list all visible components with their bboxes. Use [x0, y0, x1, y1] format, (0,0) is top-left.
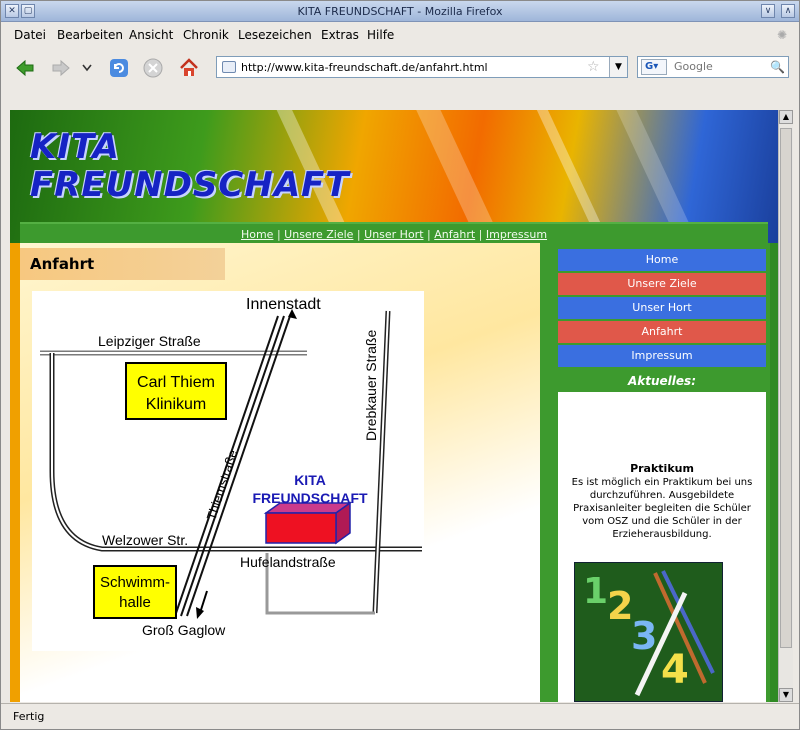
forward-arrow-icon [52, 59, 70, 77]
topnav-unsere-ziele[interactable]: Unsere Ziele [284, 228, 353, 241]
map-label-schwimm-2: halle [119, 594, 151, 611]
search-bar[interactable]: G▾ 🔍 [637, 56, 789, 78]
page-heading: Anfahrt [30, 255, 95, 273]
stop-icon [143, 58, 163, 78]
center-divider [540, 243, 554, 702]
map-label-carl-2: Klinikum [146, 396, 206, 413]
map-label-thiemstrasse: Thiemstraße [204, 448, 241, 522]
news-heading: Aktuelles: [558, 370, 766, 392]
topnav-separator: | [478, 228, 483, 241]
vertical-scrollbar[interactable]: ▲ ▼ [778, 110, 793, 702]
topnav-unser-hort[interactable]: Unser Hort [364, 228, 423, 241]
url-bar[interactable]: ☆ ▼ [216, 56, 628, 78]
menu-hilfe[interactable]: Hilfe [367, 28, 394, 42]
topnav-anfahrt[interactable]: Anfahrt [434, 228, 475, 241]
map-label-welzower: Welzower Str. [102, 532, 188, 548]
bookmark-star-icon[interactable]: ☆ [587, 59, 600, 75]
search-input[interactable] [674, 60, 764, 73]
maximize-icon[interactable]: ∧ [781, 4, 795, 18]
menu-extras[interactable]: Extras [321, 28, 359, 42]
site-logo[interactable]: KITA FREUNDSCHAFT [30, 128, 350, 204]
window-title: KITA FREUNDSCHAFT - Mozilla Firefox [297, 5, 503, 18]
map-label-carl-1: Carl Thiem [137, 374, 215, 391]
page-favicon-icon [222, 61, 236, 73]
topnav-separator: | [356, 228, 361, 241]
chevron-down-icon [82, 64, 92, 72]
reload-icon [110, 59, 128, 77]
back-button[interactable] [13, 57, 37, 79]
home-icon [180, 58, 198, 76]
scrollbar-thumb[interactable] [780, 128, 792, 648]
heading-box: Anfahrt [20, 248, 225, 280]
topnav-impressum[interactable]: Impressum [486, 228, 547, 241]
topnav-home[interactable]: Home [241, 228, 273, 241]
sidebar-item-impressum[interactable]: Impressum [558, 345, 766, 367]
topnav-separator: | [427, 228, 431, 241]
stop-button[interactable] [141, 57, 165, 79]
history-dropdown-button[interactable] [79, 57, 95, 79]
sidebar-item-anfahrt[interactable]: Anfahrt [558, 321, 766, 343]
svg-text:4: 4 [661, 647, 689, 693]
map-label-kita-2: FREUNDSCHAFT [252, 490, 368, 506]
svg-text:2: 2 [607, 584, 633, 628]
status-text: Fertig [13, 710, 45, 723]
logo-line-2: FREUNDSCHAFT [30, 165, 350, 205]
logo-line-1: KITA [30, 127, 120, 167]
sidebar-item-unser-hort[interactable]: Unser Hort [558, 297, 766, 319]
home-button[interactable] [177, 57, 201, 79]
map-label-gross-gaglow: Groß Gaglow [142, 622, 226, 638]
sidebar-item-home[interactable]: Home [558, 249, 766, 271]
back-arrow-icon [16, 59, 34, 77]
menu-lesezeichen[interactable]: Lesezeichen [238, 28, 312, 42]
numbers-image: 1 2 3 4 [574, 562, 723, 702]
url-dropdown-button[interactable]: ▼ [609, 57, 627, 77]
scroll-down-icon[interactable]: ▼ [779, 688, 793, 702]
url-input[interactable] [241, 60, 591, 75]
topnav-separator: | [276, 228, 281, 241]
throbber-icon: ✺ [777, 28, 788, 42]
map-label-innenstadt: Innenstadt [246, 296, 321, 313]
map-label-schwimm-1: Schwimm- [100, 574, 170, 591]
right-border [770, 243, 778, 702]
svg-text:3: 3 [631, 614, 657, 658]
directions-map: Innenstadt Leipziger Straße Drebkauer St… [32, 291, 424, 651]
minimize-icon[interactable]: ∨ [761, 4, 775, 18]
sidebar-item-unsere-ziele[interactable]: Unsere Ziele [558, 273, 766, 295]
map-label-leipziger: Leipziger Straße [98, 333, 201, 349]
menu-datei[interactable]: Datei [14, 28, 46, 42]
scroll-up-icon[interactable]: ▲ [779, 110, 793, 124]
svg-text:1: 1 [583, 571, 608, 612]
news-title: Praktikum [630, 462, 694, 475]
menu-chronik[interactable]: Chronik [183, 28, 229, 42]
map-label-hufeland: Hufelandstraße [240, 554, 336, 570]
left-border [10, 243, 20, 702]
news-text: Es ist möglich ein Praktikum bei uns dur… [571, 477, 753, 540]
browser-window: ✕ ▢ KITA FREUNDSCHAFT - Mozilla Firefox … [0, 0, 800, 730]
map-label-drebkauer: Drebkauer Straße [363, 330, 379, 441]
forward-button[interactable] [49, 57, 73, 79]
menu-bar: Datei Bearbeiten Ansicht Chronik Lesezei… [1, 23, 799, 45]
menu-ansicht[interactable]: Ansicht [129, 28, 173, 42]
menu-bearbeiten[interactable]: Bearbeiten [57, 28, 123, 42]
search-icon[interactable]: 🔍 [770, 60, 785, 74]
status-bar: Fertig [1, 703, 799, 729]
title-bar: ✕ ▢ KITA FREUNDSCHAFT - Mozilla Firefox … [1, 1, 799, 22]
map-label-kita-1: KITA [294, 472, 326, 488]
search-engine-selector[interactable]: G▾ [641, 59, 667, 75]
reload-button[interactable] [107, 57, 131, 79]
